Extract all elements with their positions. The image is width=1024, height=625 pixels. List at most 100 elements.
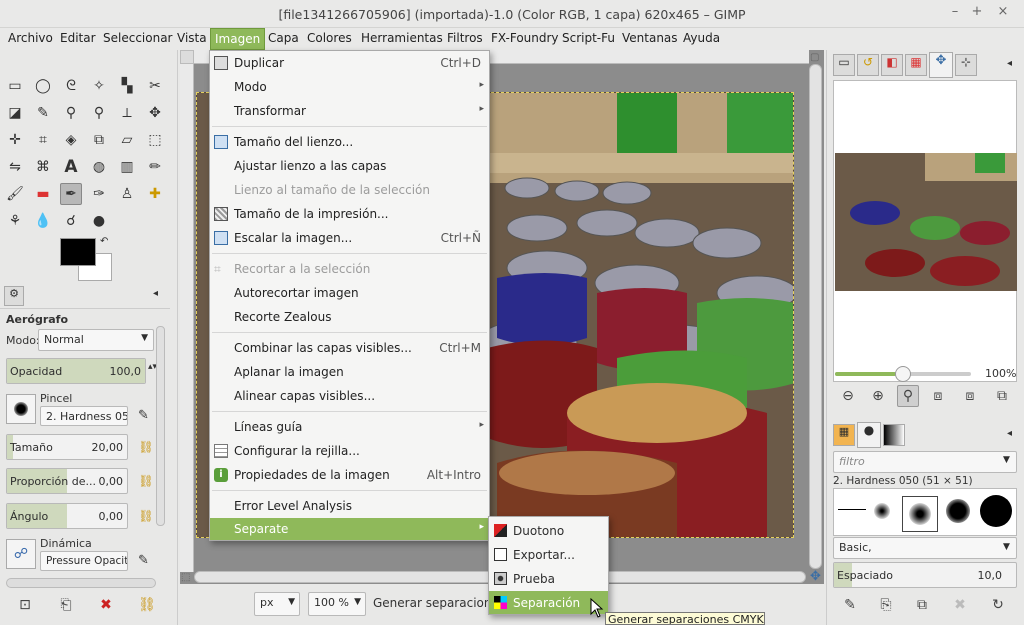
- duplicate-brush-icon[interactable]: ⧉: [911, 594, 933, 616]
- refresh-brushes-icon[interactable]: ↻: [987, 594, 1009, 616]
- nav-zoom-slider[interactable]: [835, 366, 971, 382]
- clone-icon[interactable]: ♙: [116, 183, 138, 205]
- layers-tab-icon[interactable]: ◧: [881, 54, 903, 76]
- rotate-icon[interactable]: ◈: [60, 129, 82, 151]
- vertical-scrollbar[interactable]: [809, 64, 822, 569]
- zoom-icon[interactable]: ⚲: [88, 102, 110, 124]
- menu-item-alinear[interactable]: Alinear capas visibles...: [210, 385, 489, 407]
- scale-icon[interactable]: ⧉: [88, 129, 110, 151]
- menu-item-tamano-lienzo[interactable]: Tamaño del lienzo...: [210, 131, 489, 153]
- menu-vista[interactable]: Vista: [177, 28, 207, 50]
- measure-icon[interactable]: ⟂: [116, 102, 138, 124]
- menu-item-transformar[interactable]: Transformar ▸: [210, 100, 489, 122]
- cage-icon[interactable]: ⌘: [32, 156, 54, 178]
- tool-options-vscroll[interactable]: [156, 326, 165, 526]
- patterns-tab-icon[interactable]: ▦: [833, 424, 855, 446]
- ruler-corner[interactable]: [180, 50, 194, 64]
- menu-herramientas[interactable]: Herramientas: [361, 28, 443, 50]
- zoom-fill-icon[interactable]: ⧈: [959, 385, 981, 407]
- menu-item-rejilla[interactable]: Configurar la rejilla...: [210, 440, 489, 462]
- color-picker-icon[interactable]: ⚲: [60, 102, 82, 124]
- channels-tab-icon[interactable]: ▦: [905, 54, 927, 76]
- shear-icon[interactable]: ▱: [116, 129, 138, 151]
- quick-mask-icon[interactable]: ⬚: [181, 572, 190, 583]
- fuzzy-select-icon[interactable]: ✧: [88, 75, 110, 97]
- zoom-select[interactable]: 100 % ▼: [308, 592, 366, 616]
- brush-thumb-2[interactable]: [874, 503, 890, 519]
- brush-tag-field[interactable]: Basic,: [833, 537, 1017, 559]
- undo-history-tab-icon[interactable]: ↺: [857, 54, 879, 76]
- menu-item-aplanar[interactable]: Aplanar la imagen: [210, 361, 489, 383]
- crop-icon[interactable]: ⌗: [32, 129, 54, 151]
- brush-preview[interactable]: [6, 394, 36, 424]
- dynamics-preview-icon[interactable]: ☍: [6, 539, 36, 569]
- brush-thumb-selected[interactable]: [902, 496, 938, 532]
- pointer-tab-icon[interactable]: ⊹: [955, 54, 977, 76]
- menu-archivo[interactable]: Archivo: [8, 28, 53, 50]
- size-slider[interactable]: Tamaño 20,00: [6, 434, 128, 460]
- navigation-preview[interactable]: [833, 80, 1017, 382]
- text-tool-icon[interactable]: A: [60, 156, 82, 178]
- edit-brush-dock-icon[interactable]: ✎: [839, 594, 861, 616]
- ellipse-select-icon[interactable]: ◯: [32, 75, 54, 97]
- blend-icon[interactable]: ▥: [116, 156, 138, 178]
- brush-thumb-4[interactable]: [946, 499, 970, 523]
- blur-icon[interactable]: 💧: [32, 210, 54, 232]
- zoom-in-icon[interactable]: ⊕: [867, 385, 889, 407]
- mode-select[interactable]: Normal ▼: [38, 329, 154, 351]
- brush-grid[interactable]: [833, 488, 1017, 536]
- menu-item-tamano-impresion[interactable]: Tamaño de la impresión...: [210, 203, 489, 225]
- swap-colors-icon[interactable]: ↶: [100, 236, 108, 247]
- navigation-tab-icon[interactable]: ✥: [929, 52, 953, 78]
- close-button[interactable]: ×: [994, 4, 1012, 19]
- menu-item-combinar[interactable]: Combinar las capas visibles... Ctrl+M: [210, 337, 489, 359]
- save-tool-preset-icon[interactable]: ⊡: [14, 594, 36, 616]
- shrink-wrap-icon[interactable]: ⧉: [991, 385, 1013, 407]
- menu-capa[interactable]: Capa: [268, 28, 299, 50]
- menu-script-fu[interactable]: Script-Fu: [562, 28, 615, 50]
- menu-imagen[interactable]: Imagen: [210, 28, 266, 50]
- gradients-tab-icon[interactable]: [883, 424, 905, 446]
- eraser-icon[interactable]: ▬: [32, 183, 54, 205]
- menu-item-modo[interactable]: Modo ▸: [210, 76, 489, 98]
- menu-editar[interactable]: Editar: [60, 28, 96, 50]
- brush-thumb-1[interactable]: [838, 509, 866, 510]
- edit-dynamics-icon[interactable]: ✎: [138, 553, 149, 568]
- zoom-out-icon[interactable]: ⊖: [837, 385, 859, 407]
- maximize-button[interactable]: +: [968, 4, 986, 19]
- bucket-fill-icon[interactable]: ◍: [88, 156, 110, 178]
- menu-seleccionar[interactable]: Seleccionar: [103, 28, 172, 50]
- menu-item-ela[interactable]: Error Level Analysis: [210, 495, 489, 517]
- opacity-slider[interactable]: Opacidad 100,0: [6, 358, 146, 384]
- delete-tool-preset-icon[interactable]: ✖: [95, 594, 117, 616]
- delete-brush-icon[interactable]: ✖: [949, 594, 971, 616]
- submenu-item-exportar[interactable]: Exportar...: [489, 543, 608, 566]
- free-select-icon[interactable]: ᘓ: [60, 75, 82, 97]
- menu-item-duplicar[interactable]: Duplicar Ctrl+D: [210, 52, 489, 74]
- foreground-color-swatch[interactable]: [60, 238, 96, 266]
- menu-item-escalar[interactable]: Escalar la imagen... Ctrl+Ñ: [210, 227, 489, 249]
- foreground-select-icon[interactable]: ◪: [4, 102, 26, 124]
- edit-brush-icon[interactable]: ✎: [138, 408, 149, 423]
- menu-fx-foundry[interactable]: FX-Foundry: [491, 28, 559, 50]
- brush-filter-input[interactable]: filtro: [833, 451, 1017, 473]
- submenu-item-prueba[interactable]: Prueba: [489, 567, 608, 590]
- paths-icon[interactable]: ✎: [32, 102, 54, 124]
- paintbrush-icon[interactable]: 🖌: [4, 183, 26, 205]
- airbrush-icon[interactable]: ✒: [60, 183, 82, 205]
- size-reset-icon[interactable]: ⛓: [138, 440, 154, 456]
- dodge-burn-icon[interactable]: ●: [88, 210, 110, 232]
- dynamics-name-field[interactable]: Pressure Opacity: [40, 551, 128, 571]
- pencil-icon[interactable]: ✏: [144, 156, 166, 178]
- nav-zoom-handle[interactable]: [895, 366, 911, 382]
- menu-filtros[interactable]: Filtros: [447, 28, 483, 50]
- perspective-clone-icon[interactable]: ⚘: [4, 210, 26, 232]
- navigate-icon[interactable]: ✥: [810, 569, 821, 584]
- color-select-icon[interactable]: ▚: [116, 75, 138, 97]
- images-tab-icon[interactable]: ▭: [833, 54, 855, 76]
- menu-ventanas[interactable]: Ventanas: [622, 28, 678, 50]
- menu-item-ajustar-lienzo[interactable]: Ajustar lienzo a las capas: [210, 155, 489, 177]
- tool-options-tab-icon[interactable]: ⚙: [4, 286, 24, 306]
- tool-options-scrollbar[interactable]: [6, 578, 156, 588]
- menu-item-recortar-seleccion[interactable]: ⌗ Recortar a la selección: [210, 258, 489, 280]
